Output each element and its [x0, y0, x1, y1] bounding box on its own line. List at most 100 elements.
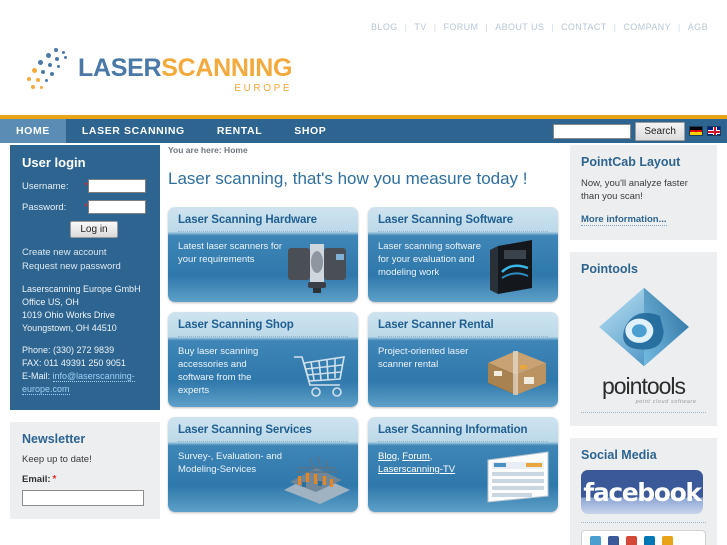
topnav-item-agb[interactable]: AGB: [681, 22, 715, 32]
nav-item-laser-scanning[interactable]: LASER SCANNING: [66, 119, 201, 143]
pointools-logo[interactable]: pointools point cloud software: [585, 284, 703, 405]
newsletter-email-label: Email:: [22, 474, 51, 485]
login-button[interactable]: Log in: [70, 221, 118, 238]
social-icons-strip: [581, 530, 706, 545]
card-title: Laser Scanning Services: [178, 424, 312, 436]
pointcab-text: Now, you'll analyze faster than you scan…: [581, 178, 688, 202]
newsletter-required-mark: *: [52, 474, 57, 485]
card-title: Laser Scanner Rental: [378, 319, 494, 331]
laser-scanner-device-icon: [288, 244, 346, 293]
pointools-diamond-icon: [598, 287, 689, 367]
create-account-link[interactable]: Create new account: [22, 246, 148, 260]
password-field-row: Password: *: [22, 200, 148, 214]
card-header: Laser Scanning Software: [368, 207, 558, 232]
twitter-icon[interactable]: [590, 535, 601, 545]
topnav-item-company[interactable]: COMPANY: [616, 22, 678, 32]
newsletter-email-input[interactable]: [22, 489, 144, 506]
newsletter-title: Newsletter: [22, 432, 86, 446]
pointools-divider: [581, 412, 706, 413]
newsletter-block: Newsletter Keep up to date! Email: *: [10, 422, 160, 519]
topnav-item-tv[interactable]: TV: [407, 22, 433, 32]
nav-item-shop[interactable]: SHOP: [278, 119, 342, 143]
topnav-item-blog[interactable]: BLOG: [364, 22, 405, 32]
card-link-blog[interactable]: Blog: [378, 451, 397, 462]
card-header: Laser Scanning Shop: [168, 312, 358, 337]
site-logo[interactable]: LASERSCANNING EUROPE: [24, 48, 292, 94]
shopping-cart-icon: [294, 356, 345, 397]
topnav-item-about-us[interactable]: ABOUT US: [488, 22, 551, 32]
card-body: Buy laser scanning accessories and softw…: [178, 346, 259, 396]
topnav-item-contact[interactable]: CONTACT: [554, 22, 614, 32]
pointcab-title: PointCab Layout: [581, 155, 681, 169]
card-body: Project-oriented laser scanner rental: [378, 346, 469, 370]
address-city: Youngstown, OH 44510: [22, 323, 117, 333]
cardboard-box-icon: [488, 351, 546, 395]
address-phone: Phone: (330) 272 9839: [22, 345, 115, 355]
promo-card-hardware[interactable]: Laser Scanning Hardware Latest laser sca…: [168, 207, 358, 302]
facebook-label: facebook: [583, 477, 702, 507]
3d-plant-model-icon: [284, 455, 350, 504]
password-label: Password:: [22, 201, 67, 213]
address-company: Laserscanning Europe GmbH: [22, 284, 141, 294]
social-media-block: Social Media facebook: [570, 438, 717, 545]
user-login-title: User login: [22, 155, 86, 170]
pointools-title: Pointools: [581, 262, 638, 276]
nav-item-rental[interactable]: RENTAL: [201, 119, 278, 143]
search-input[interactable]: [553, 123, 632, 139]
card-title: Laser Scanning Hardware: [178, 214, 317, 226]
username-input[interactable]: [87, 179, 146, 193]
logo-subtitle: EUROPE: [234, 83, 293, 94]
promo-card-grid: Laser Scanning Hardware Latest laser sca…: [168, 207, 558, 512]
page-root: BLOG | TV | FORUM | ABOUT US | CONTACT |…: [0, 0, 727, 545]
login-button-row: Log in: [40, 221, 148, 238]
flag-english-icon[interactable]: [707, 126, 721, 136]
pointcab-more-info-link[interactable]: More information...: [581, 214, 667, 226]
card-body: Laser scanning software for your evaluat…: [378, 241, 481, 278]
card-header: Laser Scanning Information: [368, 417, 558, 442]
nav-item-home[interactable]: HOME: [0, 119, 66, 143]
software-box-icon: [490, 240, 532, 294]
sidebar-right: PointCab Layout Now, you'll analyze fast…: [570, 145, 717, 545]
promo-card-information[interactable]: Laser Scanning Information Blog, Forum, …: [368, 417, 558, 512]
topnav-item-forum[interactable]: FORUM: [436, 22, 485, 32]
promo-card-software[interactable]: Laser Scanning Software Laser scanning s…: [368, 207, 558, 302]
card-body: Latest laser scanners for your requireme…: [178, 241, 283, 265]
logo-text-scanning: SCANNING: [161, 54, 293, 82]
card-link-laserscanning-tv[interactable]: Laserscanning-TV: [378, 464, 455, 475]
pointools-wordmark: pointools: [601, 373, 686, 399]
address-office: Office US, OH: [22, 297, 79, 307]
logo-text-laser: LASER: [78, 54, 162, 82]
promo-card-services[interactable]: Laser Scanning Services Survey-, Evaluat…: [168, 417, 358, 512]
page-title: Laser scanning, that's how you measure t…: [168, 169, 528, 188]
sidebar-left: User login Username: * Password: * Log i…: [10, 145, 160, 519]
linkedin-icon[interactable]: [644, 535, 655, 545]
pointools-block: Pointools pointools point cloud software: [570, 252, 717, 426]
flag-german-icon[interactable]: [689, 126, 703, 136]
card-body: Survey-, Evaluation- and Modeling-Servic…: [178, 451, 283, 475]
address-street: 1019 Ohio Works Drive: [22, 310, 115, 320]
search-button[interactable]: Search: [635, 121, 685, 141]
website-document-icon: [487, 451, 549, 503]
google-plus-icon[interactable]: [626, 535, 637, 545]
address-email-row: E-Mail: info@laserscanning-europe.com: [22, 370, 148, 396]
top-utility-nav: BLOG | TV | FORUM | ABOUT US | CONTACT |…: [364, 22, 715, 32]
comma-separator: ,: [429, 451, 433, 462]
card-title: Laser Scanning Shop: [178, 319, 294, 331]
main-navigation: HOME LASER SCANNING RENTAL SHOP Search: [0, 119, 727, 143]
facebook-icon[interactable]: [608, 535, 619, 545]
card-title: Laser Scanning Software: [378, 214, 514, 226]
request-password-link[interactable]: Request new password: [22, 260, 148, 274]
promo-card-rental[interactable]: Laser Scanner Rental Project-oriented la…: [368, 312, 558, 407]
card-link-forum[interactable]: Forum: [402, 451, 429, 462]
promo-card-shop[interactable]: Laser Scanning Shop Buy laser scanning a…: [168, 312, 358, 407]
address-email-label: E-Mail:: [22, 371, 51, 381]
rss-icon[interactable]: [662, 535, 673, 545]
card-header: Laser Scanning Hardware: [168, 207, 358, 232]
card-header: Laser Scanning Services: [168, 417, 358, 442]
logo-dots-icon: [24, 48, 76, 94]
facebook-badge[interactable]: facebook: [581, 470, 703, 514]
nav-right-tools: Search: [553, 119, 721, 143]
card-title: Laser Scanning Information: [378, 424, 528, 436]
password-input[interactable]: [87, 200, 146, 214]
newsletter-email-label-row: Email: *: [22, 474, 148, 485]
